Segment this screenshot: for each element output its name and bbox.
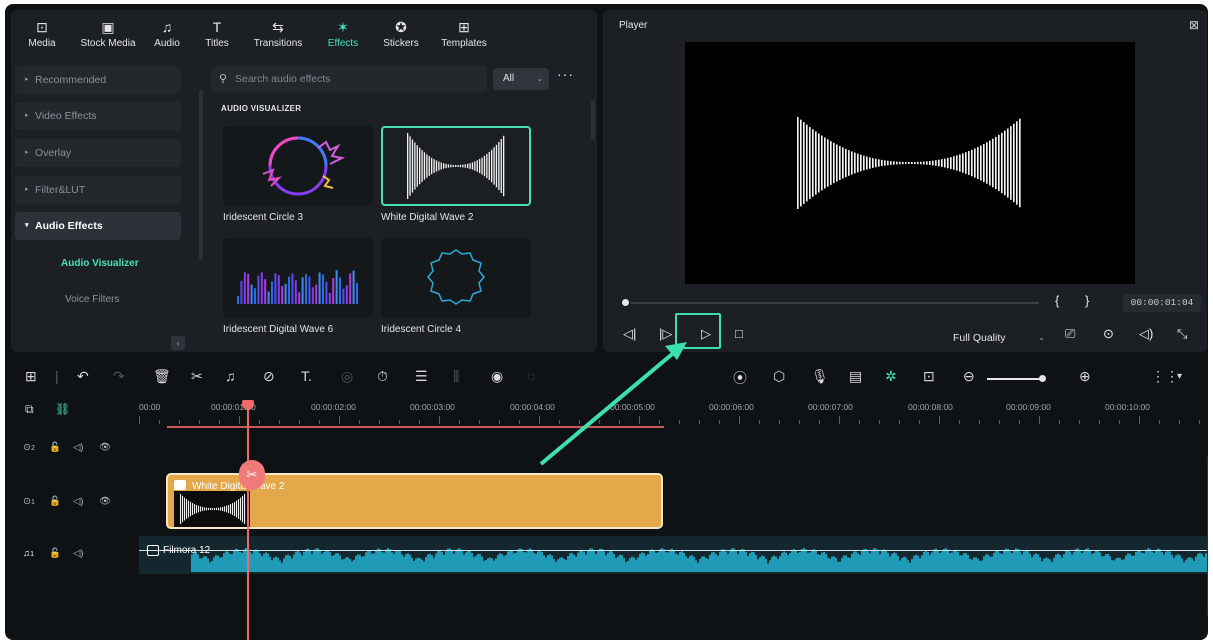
annotation-arrow [539,342,687,466]
editor-window: ⊡ Media ▣ Stock Media ♫ Audio T Titles ⇆ Tran… [5,4,1208,640]
